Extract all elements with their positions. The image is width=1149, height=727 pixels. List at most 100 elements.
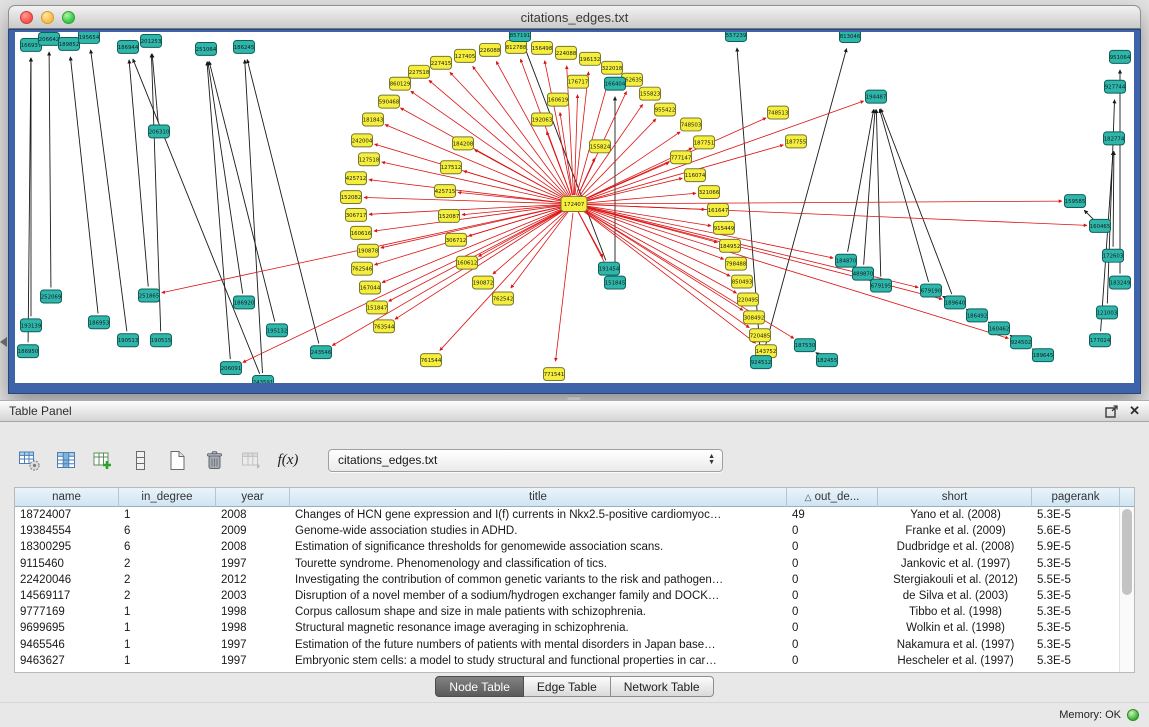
table-cell[interactable]: 9699695	[15, 622, 119, 634]
graph-node[interactable]: 242004	[352, 134, 373, 147]
select-columns-icon[interactable]	[53, 447, 79, 473]
graph-node[interactable]: 190872	[473, 276, 494, 289]
graph-node[interactable]: 186950	[18, 345, 39, 358]
graph-node[interactable]: 186492	[967, 309, 988, 322]
table-cell[interactable]: 5.3E-5	[1032, 655, 1120, 667]
graph-node[interactable]: 761544	[421, 354, 442, 367]
column-header-title[interactable]: title	[290, 488, 787, 507]
table-row[interactable]: 1830029562008Estimation of significance …	[15, 539, 1134, 555]
table-cell[interactable]: 5.5E-5	[1032, 574, 1120, 586]
table-cell[interactable]: Changes of HCN gene expression and I(f) …	[290, 509, 787, 521]
table-cell[interactable]: 1997	[216, 639, 290, 651]
table-cell[interactable]: 19384554	[15, 525, 119, 537]
graph-node[interactable]: 748513	[768, 106, 789, 119]
graph-node[interactable]: 195132	[267, 324, 288, 337]
tab-node-table[interactable]: Node Table	[435, 676, 524, 697]
table-cell[interactable]: 0	[787, 525, 878, 537]
table-row[interactable]: 977716911998Corpus callosum shape and si…	[15, 604, 1134, 620]
column-header-name[interactable]: name	[15, 488, 119, 507]
table-cell[interactable]: 49	[787, 509, 878, 521]
column-header-out_de[interactable]: △out_de...	[787, 488, 878, 507]
graph-node[interactable]: 166404	[605, 77, 626, 90]
table-cell[interactable]: Dudbridge et al. (2008)	[878, 541, 1032, 553]
graph-node[interactable]: 306712	[446, 233, 467, 246]
table-cell[interactable]: 2003	[216, 590, 290, 602]
table-settings-icon[interactable]	[16, 447, 42, 473]
graph-node[interactable]: 160462	[989, 322, 1010, 335]
graph-node[interactable]: 151845	[605, 276, 626, 289]
graph-node[interactable]: 184208	[453, 137, 474, 150]
graph-node[interactable]: 176717	[568, 75, 589, 88]
graph-hub-node[interactable]: 172407	[561, 197, 587, 212]
graph-node[interactable]: 160619	[548, 93, 569, 106]
table-cell[interactable]: Franke et al. (2009)	[878, 525, 1032, 537]
graph-node[interactable]: 183249	[1110, 276, 1131, 289]
graph-node[interactable]: 161647	[708, 204, 729, 217]
column-header-pagerank[interactable]: pagerank	[1032, 488, 1120, 507]
graph-node[interactable]: 182774	[1104, 132, 1125, 145]
table-cell[interactable]: 1	[119, 639, 216, 651]
table-cell[interactable]: 0	[787, 590, 878, 602]
table-cell[interactable]: Structural magnetic resonance image aver…	[290, 622, 787, 634]
graph-node[interactable]: 160616	[351, 226, 372, 239]
function-builder-icon[interactable]: f(x)	[275, 447, 301, 473]
table-cell[interactable]: Investigating the contribution of common…	[290, 574, 787, 586]
graph-node[interactable]: 798488	[726, 257, 747, 270]
scrollbar-thumb[interactable]	[1122, 509, 1132, 595]
graph-node[interactable]: 121003	[1097, 306, 1118, 319]
close-panel-icon[interactable]: ✕	[1129, 405, 1140, 417]
column-header-in_degree[interactable]: in_degree	[119, 488, 216, 507]
float-panel-icon[interactable]	[1105, 405, 1118, 418]
graph-node[interactable]: 762542	[493, 292, 514, 305]
graph-node[interactable]: 679195	[871, 279, 892, 292]
graph-node[interactable]: 159585	[1065, 195, 1086, 208]
graph-node[interactable]: 160465	[1090, 219, 1111, 232]
table-cell[interactable]: 1998	[216, 622, 290, 634]
table-cell[interactable]: 1	[119, 606, 216, 618]
graph-node[interactable]: 186245	[234, 40, 255, 53]
table-cell[interactable]: 9465546	[15, 639, 119, 651]
tab-network-table[interactable]: Network Table	[611, 676, 714, 697]
graph-node[interactable]: 243591	[253, 376, 274, 383]
table-cell[interactable]: Estimation of significance thresholds fo…	[290, 541, 787, 553]
graph-node[interactable]: 425715	[435, 185, 456, 198]
table-source-dropdown[interactable]: citations_edges.txt ▲▼	[328, 449, 723, 472]
table-cell[interactable]: 1998	[216, 606, 290, 618]
table-cell[interactable]: Stergiakouli et al. (2012)	[878, 574, 1032, 586]
table-cell[interactable]: Yano et al. (2008)	[878, 509, 1032, 521]
table-cell[interactable]: Corpus callosum shape and size in male p…	[290, 606, 787, 618]
graph-node[interactable]: 590468	[379, 95, 400, 108]
graph-node[interactable]: 186953	[89, 316, 110, 329]
graph-node[interactable]: 201253	[141, 34, 162, 47]
table-cell[interactable]: 6	[119, 541, 216, 553]
graph-node[interactable]: 762546	[352, 262, 373, 275]
graph-node[interactable]: 127405	[455, 49, 476, 62]
table-cell[interactable]: Genome-wide association studies in ADHD.	[290, 525, 787, 537]
graph-node[interactable]: 187530	[795, 339, 816, 352]
graph-node[interactable]: 748503	[681, 118, 702, 131]
table-cell[interactable]: 5.9E-5	[1032, 541, 1120, 553]
graph-node[interactable]: 192063	[532, 113, 553, 126]
table-cell[interactable]: 2009	[216, 525, 290, 537]
graph-node[interactable]: 116074	[685, 169, 706, 182]
graph-node[interactable]: 187751	[694, 136, 715, 149]
graph-node[interactable]: 127518	[359, 153, 380, 166]
table-cell[interactable]: 1997	[216, 558, 290, 570]
minimize-window-button[interactable]	[41, 11, 54, 24]
graph-node[interactable]: 306717	[346, 208, 367, 221]
table-cell[interactable]: 1	[119, 622, 216, 634]
network-canvas[interactable]: 1724071818432420041275184257121520823067…	[15, 32, 1134, 383]
new-document-icon[interactable]	[164, 447, 190, 473]
table-cell[interactable]: Embryonic stem cells: a model to study s…	[290, 655, 787, 667]
graph-node[interactable]: 226088	[480, 43, 501, 56]
graph-node[interactable]: 152087	[439, 209, 460, 222]
delete-icon[interactable]	[201, 447, 227, 473]
table-cell[interactable]: Tibbo et al. (1998)	[878, 606, 1032, 618]
graph-node[interactable]: 190513	[118, 334, 139, 347]
graph-node[interactable]: 172603	[1103, 249, 1124, 262]
graph-node[interactable]: 189640	[945, 296, 966, 309]
rows-icon[interactable]	[127, 447, 153, 473]
table-cell[interactable]: de Silva et al. (2003)	[878, 590, 1032, 602]
graph-node[interactable]: 322018	[602, 61, 623, 74]
graph-node[interactable]: 557239	[726, 32, 747, 41]
